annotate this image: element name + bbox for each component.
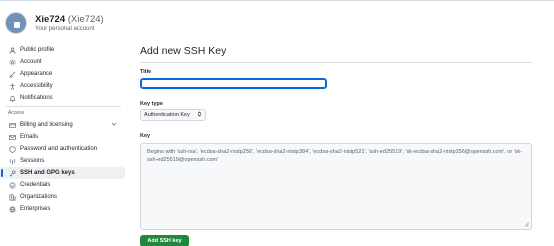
key-icon [8,169,16,177]
sidebar-item-label: Billing and licensing [20,122,73,128]
title-divider [140,62,532,63]
sidebar-item-label: Account [20,59,42,65]
paintbrush-icon [8,70,16,78]
account-name[interactable]: Xie724 (Xie724) [35,14,104,25]
sidebar-item-label: Public profile [20,47,55,53]
key-label: Key [140,133,151,139]
sidebar-item-label: Sessions [20,158,45,164]
sidebar-item-label: Enterprises [20,206,51,212]
resize-handle-icon[interactable] [524,222,529,227]
key-type-value: Authentication Key [144,112,190,118]
sidebar-item-ssh-gpg-keys[interactable]: SSH and GPG keys [0,167,125,179]
account-username[interactable]: Xie724 [35,14,65,25]
account-handle: (Xie724) [67,13,104,25]
sidebar-item-accessibility[interactable]: Accessibility [0,80,125,92]
sidebar-item-emails[interactable]: Emails [0,131,125,143]
sidebar-item-label: Appearance [20,71,53,77]
sidebar-item-label: SSH and GPG keys [20,170,75,176]
mail-icon [8,133,16,141]
title-input[interactable] [140,78,327,89]
accessibility-icon [8,82,16,90]
sidebar-item-label: Credentials [20,182,51,188]
sidebar-item-enterprises[interactable]: Enterprises [0,203,125,215]
sidebar-item-sessions[interactable]: Sessions [0,155,125,167]
sidebar-item-label: Emails [20,134,39,140]
sidebar-section-access: Access [8,110,25,116]
sidebar-item-label: Password and authentication [20,146,98,152]
key-textarea[interactable]: Begins with 'ssh-rsa', 'ecdsa-sha2-nistp… [140,143,532,230]
chevron-down-icon[interactable] [111,121,117,129]
bell-icon [8,94,16,102]
key-type-select[interactable]: Authentication Key [140,109,206,121]
sidebar-item-label: Organizations [20,194,58,200]
sidebar-item-appearance[interactable]: Appearance [0,68,125,80]
sidebar-item-credentials[interactable]: Credentials [0,179,125,191]
sidebar-item-billing[interactable]: Billing and licensing [0,119,125,131]
avatar[interactable] [5,12,27,34]
sidebar-item-notifications[interactable]: Notifications [0,92,125,104]
sidebar-item-organizations[interactable]: Organizations [0,191,125,203]
sidebar-item-password[interactable]: Password and authentication [0,143,125,155]
globe-icon [8,205,16,213]
account-subtitle: Your personal account [35,25,95,32]
organization-icon [8,193,16,201]
gear-icon [8,58,16,66]
key-type-label: Key type [140,101,163,107]
add-ssh-key-button[interactable]: Add SSH key [140,235,189,246]
title-label: Title [140,69,152,75]
settings-sidebar: Public profile Account Appearance Access… [0,44,125,215]
passkey-icon [8,181,16,189]
sidebar-item-label: Notifications [20,95,53,101]
select-arrows-icon [197,111,202,119]
credit-card-icon [8,121,16,129]
sidebar-item-label: Accessibility [20,83,53,89]
key-placeholder: Begins with 'ssh-rsa', 'ecdsa-sha2-nistp… [147,149,523,163]
ssh-key-form: Add new SSH Key Title Key type Authentic… [140,44,532,246]
top-divider [0,0,554,1]
broadcast-icon [8,157,16,165]
page-title: Add new SSH Key [140,45,227,57]
shield-lock-icon [8,145,16,153]
sidebar-item-account[interactable]: Account [0,56,125,68]
account-header: Xie724 (Xie724) Your personal account [5,12,104,34]
person-icon [8,46,16,54]
sidebar-item-public-profile[interactable]: Public profile [0,44,125,56]
